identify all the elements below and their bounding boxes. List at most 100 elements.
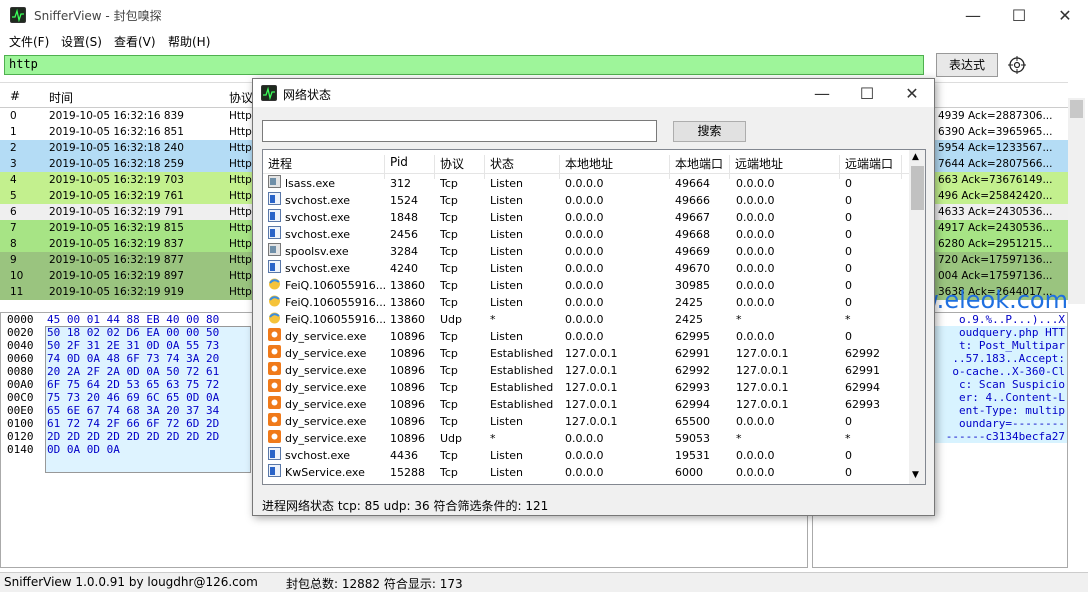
list-item[interactable]: svchost.exe 4240 Tcp Listen 0.0.0.0 49670 0.0.… (263, 260, 909, 277)
list-item[interactable]: dy_service.exe 10896 Udp * 0.0.0.0 59053 * * (263, 430, 909, 447)
list-item[interactable]: dy_service.exe 10896 Tcp Listen 127.0.0.1 655… (263, 413, 909, 430)
dialog-close-button[interactable]: ✕ (889, 79, 935, 107)
row-proto: Tcp (440, 415, 458, 428)
row-index: 10 (10, 270, 24, 282)
list-item[interactable]: dy_service.exe 10896 Tcp Established 127.0.0… (263, 396, 909, 413)
list-item[interactable]: FeiQ.106055916... 13860 Tcp Listen 0.0.0.0 30… (263, 277, 909, 294)
menu-bar: 文件(F) 设置(S) 查看(V) 帮助(H) (0, 30, 1088, 52)
row-remote-addr: 0.0.0.0 (736, 466, 775, 479)
scroll-thumb[interactable] (1070, 100, 1083, 118)
dialog-search-button[interactable]: 搜索 (673, 121, 746, 142)
row-index: 4 (10, 174, 17, 186)
list-item[interactable]: svchost.exe 2456 Tcp Listen 0.0.0.0 49668 0.0.… (263, 226, 909, 243)
col-time[interactable]: 时间 (49, 89, 73, 106)
list-item[interactable]: svchost.exe 4436 Tcp Listen 0.0.0.0 19531 0.0.… (263, 447, 909, 464)
row-local-addr: 0.0.0.0 (565, 296, 604, 309)
row-local-port: 49664 (675, 177, 710, 190)
packet-scrollbar[interactable] (1068, 98, 1085, 304)
row-proto: Tcp (440, 466, 458, 479)
row-proto: Tcp (440, 364, 458, 377)
hex-address: 0000 (7, 313, 34, 326)
row-process: dy_service.exe (285, 398, 367, 411)
hex-address: 0080 (7, 365, 34, 378)
row-state: Established (490, 364, 554, 377)
list-item[interactable]: spoolsv.exe 3284 Tcp Listen 0.0.0.0 49669 0.0.… (263, 243, 909, 260)
douyu-icon (268, 379, 281, 392)
list-item[interactable]: dy_service.exe 10896 Tcp Established 127.0.0… (263, 362, 909, 379)
list-item[interactable]: dy_service.exe 10896 Tcp Established 127.0.0… (263, 345, 909, 362)
dialog-scroll-thumb[interactable] (911, 166, 924, 210)
target-icon[interactable] (1008, 56, 1026, 74)
row-index: 7 (10, 222, 17, 234)
row-process: svchost.exe (285, 449, 351, 462)
list-item[interactable]: FeiQ.106055916... 13860 Tcp Listen 0.0.0.0 24… (263, 294, 909, 311)
row-proto: Tcp (440, 347, 458, 360)
menu-view[interactable]: 查看(V) (114, 33, 156, 50)
row-proto: Udp (440, 313, 463, 326)
dialog-minimize-button[interactable]: — (799, 79, 845, 107)
dialog-status: 进程网络状态 tcp: 85 udp: 36 符合筛选条件的: 121 (262, 499, 549, 513)
menu-help[interactable]: 帮助(H) (168, 33, 210, 50)
row-remote-port: 0 (845, 449, 852, 462)
row-remote-addr: 0.0.0.0 (736, 211, 775, 224)
row-local-port: 62993 (675, 381, 710, 394)
expression-button[interactable]: 表达式 (936, 53, 998, 77)
row-protocol: Http (229, 254, 252, 266)
row-local-addr: 127.0.0.1 (565, 347, 618, 360)
row-info: 720 Ack=17597136... (938, 254, 1053, 266)
list-item[interactable]: FeiQ.106055916... 13860 Udp * 0.0.0.0 2425 * * (263, 311, 909, 328)
list-item[interactable]: lsass.exe 312 Tcp Listen 0.0.0.0 49664 0.0.0.0… (263, 175, 909, 192)
row-index: 9 (10, 254, 17, 266)
row-state: Established (490, 381, 554, 394)
hex-addresses: 0000 0020 0040 0060 0080 00A0 00C0 00E0 0100 0120… (1, 313, 43, 567)
list-item[interactable]: dy_service.exe 10896 Tcp Listen 0.0.0.0 62995… (263, 328, 909, 345)
row-remote-port: 0 (845, 296, 852, 309)
list-item[interactable]: svchost.exe 1848 Tcp Listen 0.0.0.0 49667 0.0.… (263, 209, 909, 226)
row-local-port: 49670 (675, 262, 710, 275)
menu-settings[interactable]: 设置(S) (61, 33, 102, 50)
row-info: 004 Ack=17597136... (938, 270, 1053, 282)
row-info: 663 Ack=73676149... (938, 174, 1053, 186)
row-proto: Tcp (440, 177, 458, 190)
scroll-down-icon[interactable]: ▼ (912, 470, 919, 480)
row-local-port: 2425 (675, 296, 703, 309)
row-proto: Tcp (440, 228, 458, 241)
col-protocol[interactable]: 协议 (229, 89, 253, 106)
maximize-button[interactable]: ☐ (996, 0, 1042, 30)
row-proto: Tcp (440, 262, 458, 275)
scroll-up-icon[interactable]: ▲ (912, 152, 919, 162)
row-process: FeiQ.106055916... (285, 313, 387, 326)
minimize-button[interactable]: — (950, 0, 996, 30)
row-remote-port: 0 (845, 177, 852, 190)
row-remote-addr: 0.0.0.0 (736, 262, 775, 275)
menu-file[interactable]: 文件(F) (9, 33, 49, 50)
row-index: 2 (10, 142, 17, 154)
connections-table: 进程 Pid 协议 状态 本地地址 本地端口 远端地址 远端端口 lsass.e… (262, 149, 926, 485)
row-remote-addr: 0.0.0.0 (736, 279, 775, 292)
connections-header: 进程 Pid 协议 状态 本地地址 本地端口 远端地址 远端端口 (263, 150, 909, 179)
row-process: dy_service.exe (285, 432, 367, 445)
filter-input[interactable]: http (4, 55, 924, 75)
row-remote-port: 0 (845, 262, 852, 275)
row-remote-port: 62994 (845, 381, 880, 394)
col-index[interactable]: # (10, 89, 20, 103)
list-item[interactable]: dy_service.exe 10896 Tcp Established 127.0.0… (263, 379, 909, 396)
process-icon (268, 243, 281, 256)
row-proto: Tcp (440, 381, 458, 394)
list-item[interactable]: svchost.exe 1524 Tcp Listen 0.0.0.0 49666 0.0.… (263, 192, 909, 209)
dialog-scrollbar[interactable]: ▲ ▼ (909, 150, 925, 484)
list-item[interactable]: KwService.exe 15288 Tcp Listen 0.0.0.0 6000 0.… (263, 464, 909, 481)
row-local-addr: 0.0.0.0 (565, 313, 604, 326)
row-pid: 10896 (390, 432, 425, 445)
close-button[interactable]: ✕ (1042, 0, 1088, 30)
dialog-search-input[interactable] (262, 120, 657, 142)
row-protocol: Http (229, 126, 252, 138)
row-pid: 1524 (390, 194, 418, 207)
process-icon (268, 175, 281, 188)
main-titlebar: SnifferView - 封包嗅探 — ☐ ✕ (0, 0, 1088, 30)
row-state: Listen (490, 466, 523, 479)
row-remote-port: 62993 (845, 398, 880, 411)
dialog-maximize-button[interactable]: ☐ (844, 79, 890, 107)
douyu-icon (268, 345, 281, 358)
row-local-addr: 127.0.0.1 (565, 381, 618, 394)
